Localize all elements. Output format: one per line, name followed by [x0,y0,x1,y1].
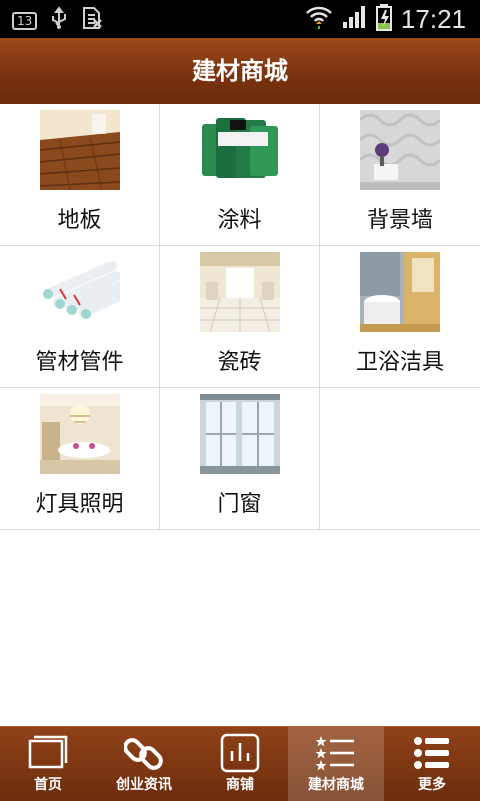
tab-label: 建材商城 [308,777,364,793]
bottom-tab-bar: 首页 创业资讯 商铺 建材商城 更多 [0,726,480,801]
more-list-icon [412,733,452,773]
window-image [200,394,280,474]
tab-shops[interactable]: 商铺 [192,727,288,801]
tab-label: 首页 [34,777,62,793]
category-lighting[interactable]: 灯具照明 [0,388,160,529]
category-tiles[interactable]: 瓷砖 [160,246,320,387]
title-bar: 建材商城 [0,38,480,105]
status-bar: 13 17:21 [0,0,480,38]
tab-label: 创业资讯 [116,777,172,793]
home-pages-icon [28,733,68,773]
grid-row: 管材管件 瓷砖 卫浴洁具 [0,246,480,388]
usb-icon [49,6,69,35]
category-label: 背景墙 [366,208,433,233]
bathroom-image [360,252,440,332]
category-label: 灯具照明 [35,492,124,517]
wifi-icon [305,4,333,34]
grid-row: 灯具照明 门窗 [0,388,480,530]
page-title: 建材商城 [192,57,288,85]
category-grid: 地板 涂料 背景墙 管材管件 瓷砖 卫浴洁具 灯具照明 门窗 [0,104,480,530]
category-label: 管材管件 [35,350,124,375]
sim-card-icon [81,6,103,35]
category-pipes[interactable]: 管材管件 [0,246,160,387]
star-list-icon [315,733,356,773]
tab-label: 商铺 [226,777,254,793]
category-floor[interactable]: 地板 [0,104,160,245]
category-paint[interactable]: 涂料 [160,104,320,245]
battery-charging-icon [375,3,393,35]
paint-cans-image [200,110,280,190]
tab-label: 更多 [418,777,446,793]
bar-chart-icon [220,733,260,773]
category-label: 卫浴洁具 [355,350,444,375]
notification-count-badge: 13 [12,11,38,30]
category-label: 门窗 [217,492,262,517]
pipes-image [40,252,120,332]
tab-home[interactable]: 首页 [0,727,96,801]
tiled-room-image [200,252,280,332]
wallpaper-image [360,110,440,190]
clock: 17:21 [400,4,466,34]
grid-row: 地板 涂料 背景墙 [0,104,480,246]
wood-floor-image [40,110,120,190]
tab-building-materials-mall[interactable]: 建材商城 [288,727,384,801]
category-feature-wall[interactable]: 背景墙 [320,104,480,245]
category-doors-windows[interactable]: 门窗 [160,388,320,529]
empty-cell [320,388,480,529]
signal-icon [341,4,367,34]
category-sanitary-ware[interactable]: 卫浴洁具 [320,246,480,387]
chandelier-room-image [40,394,120,474]
category-label: 地板 [57,208,102,233]
category-label: 瓷砖 [217,350,262,375]
tab-business-news[interactable]: 创业资讯 [96,727,192,801]
category-label: 涂料 [217,208,262,233]
link-icon [123,733,164,773]
tab-more[interactable]: 更多 [384,727,480,801]
